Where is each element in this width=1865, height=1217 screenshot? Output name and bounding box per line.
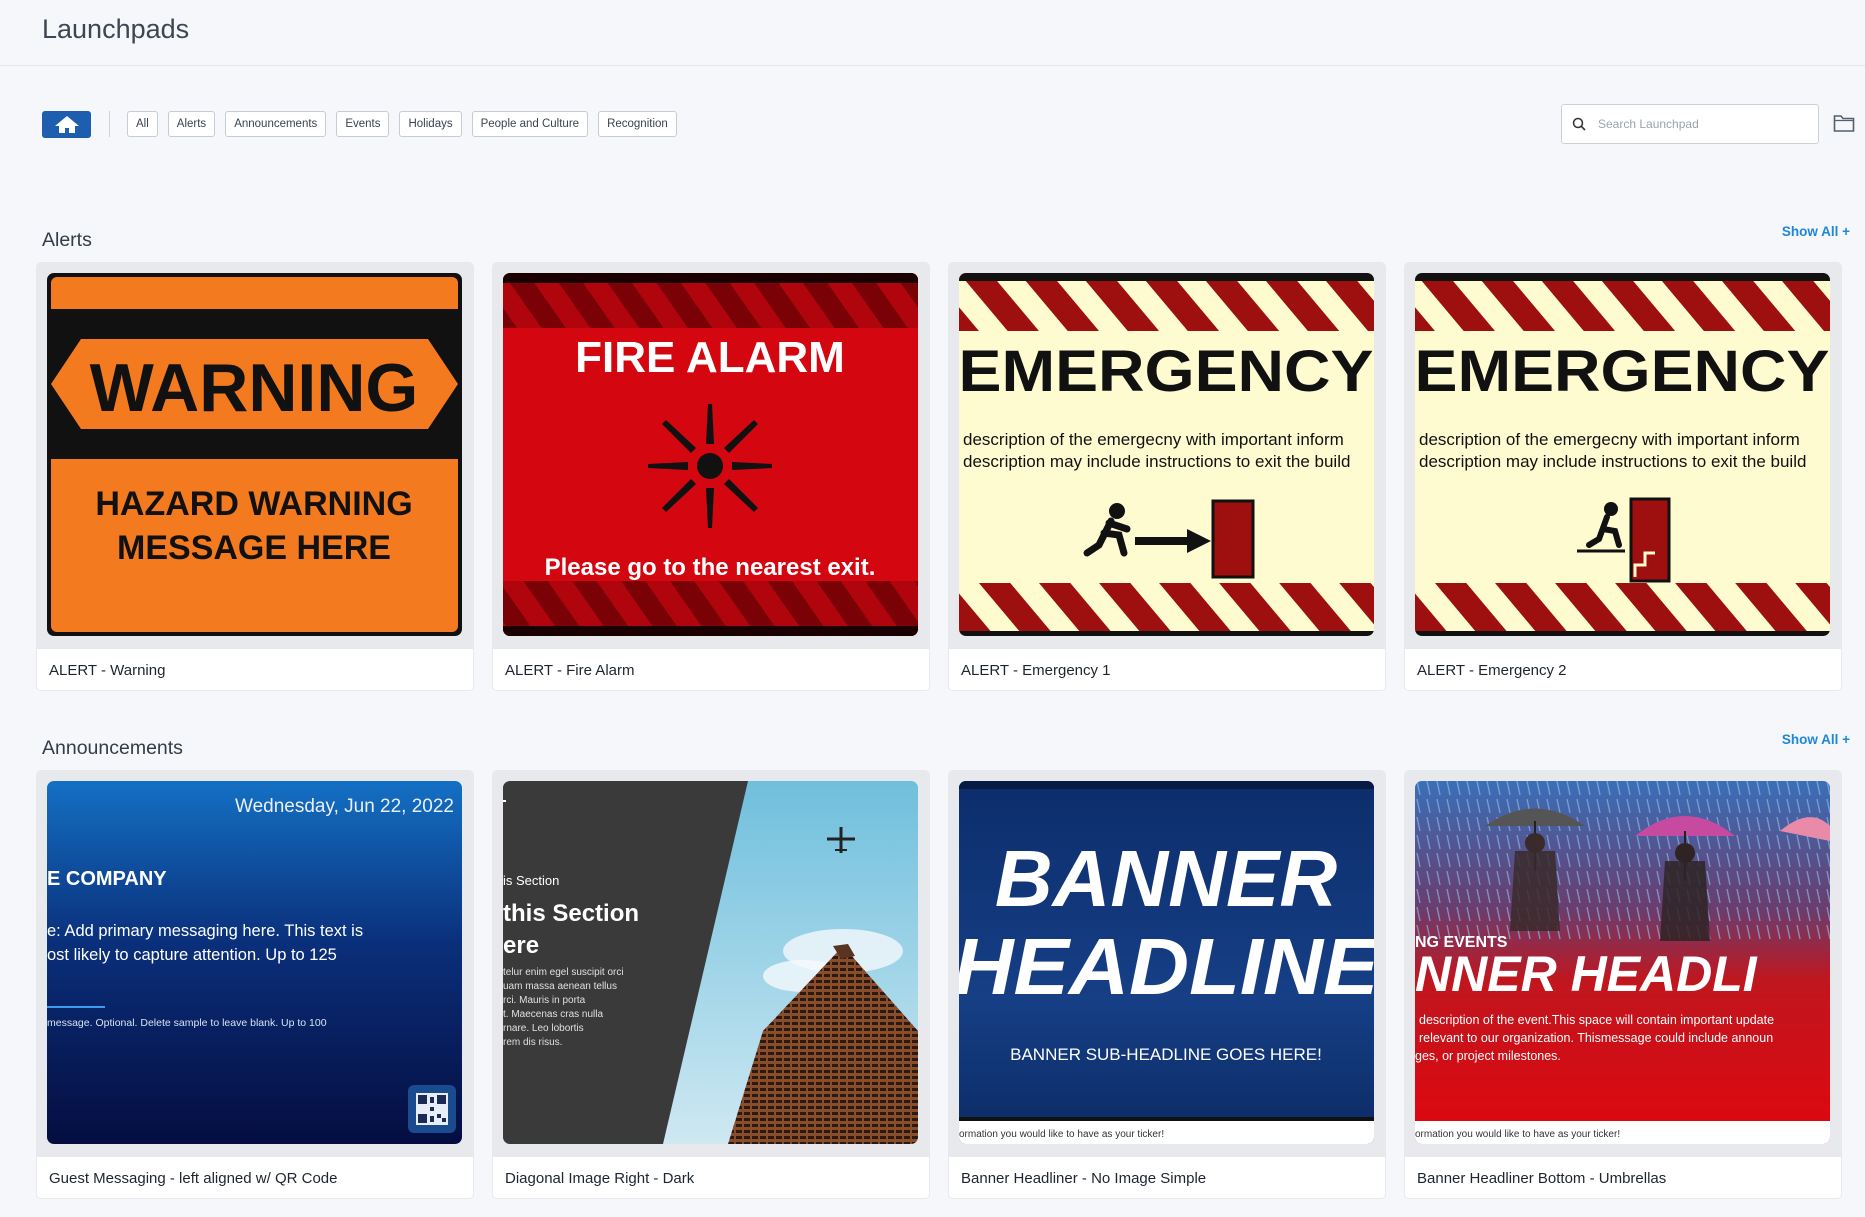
thumb-guest-line2: ost likely to capture attention. Up to 1… [47,946,337,964]
card-thumbnail: EMERGENCY description of the emergecny w… [1415,273,1830,636]
filter-chip-people-and-culture[interactable]: People and Culture [471,111,589,137]
search-box[interactable] [1561,104,1819,144]
filter-chip-holidays[interactable]: Holidays [399,111,462,137]
thumb-guest-company: E COMPANY [47,868,167,890]
thumb-warning-line1: HAZARD WARNING [95,485,412,523]
thumb-umb-headline: NNER HEADLI [1415,946,1758,1002]
thumb-umb-desc2: relevant to our organization. Thismessag… [1419,1031,1773,1045]
thumb-emergency-line1: description of the emergecny with import… [1419,430,1800,449]
filter-divider [109,111,110,137]
thumb-emergency-heading: EMERGENCY [1415,339,1830,404]
section-title-announcements: Announcements [42,737,183,759]
thumb-fire-footer: Please go to the nearest exit. [545,554,876,581]
show-all-announcements-link[interactable]: Show All + [1782,732,1850,747]
thumb-diag-body: telur enim egel suscipit orci [503,967,624,978]
thumb-diag-body: uam massa aenean tellus [503,981,617,992]
thumb-umb-ticker: ormation you would like to have as your … [1415,1129,1620,1140]
card-thumbnail: NG EVENTS NNER HEADLI description of the… [1415,781,1830,1144]
filter-chip-announcements[interactable]: Announcements [225,111,327,137]
thumb-diag-body: t. Maecenas cras nulla [503,1009,603,1020]
thumb-emergency-heading: EMERGENCY [959,339,1374,404]
launchpad-card-alert-fire-alarm[interactable]: FIRE ALARM Please go to the nearest exit… [493,263,929,690]
card-thumbnail: FIRE ALARM Please go to the nearest exit… [503,273,918,636]
thumb-warning-line2: MESSAGE HERE [117,529,391,567]
thumb-diag-body: rem dis risus. [503,1037,562,1048]
filter-chip-alerts[interactable]: Alerts [167,111,216,137]
thumb-banner-line1: BANNER [995,834,1337,923]
thumb-banner-ticker: ormation you would like to have as your … [959,1129,1164,1140]
launchpad-card-alert-emergency-1[interactable]: EMERGENCY description of the emergecny w… [949,263,1385,690]
thumb-fire-heading: FIRE ALARM [575,333,845,382]
section-title-alerts: Alerts [42,229,92,251]
top-bar: Launchpads [0,0,1865,66]
card-thumbnail: WARNING HAZARD WARNING MESSAGE HERE [47,273,462,636]
card-thumbnail: is Section this Section ere telur enim e… [503,781,918,1144]
qr-code-icon [408,1085,456,1133]
thumb-umb-desc1: description of the event.This space will… [1419,1013,1774,1027]
thumb-emergency-line1: description of the emergecny with import… [963,430,1344,449]
card-title: Guest Messaging - left aligned w/ QR Cod… [49,1170,338,1187]
launchpad-card-guest-messaging[interactable]: Wednesday, Jun 22, 2022 E COMPANY e: Add… [37,771,473,1198]
filter-chip-events[interactable]: Events [336,111,390,137]
thumb-diag-kicker: is Section [503,873,559,888]
thumb-guest-date: Wednesday, Jun 22, 2022 [235,796,454,817]
card-title: ALERT - Emergency 2 [1417,662,1567,679]
card-title: Banner Headliner - No Image Simple [961,1170,1207,1187]
filter-chip-recognition[interactable]: Recognition [598,111,677,137]
launchpad-card-alert-emergency-2[interactable]: EMERGENCY description of the emergecny w… [1405,263,1841,690]
filter-chip-all[interactable]: All [127,111,158,137]
home-button[interactable] [42,110,91,138]
card-thumbnail: BANNER HEADLINE BANNER SUB-HEADLINE GOES… [959,781,1374,1144]
home-icon [54,116,79,133]
folder-icon[interactable] [1833,113,1855,133]
page-title: Launchpads [42,14,190,44]
thumb-umb-desc3: ges, or project milestones. [1415,1049,1561,1063]
card-title: ALERT - Warning [49,662,166,679]
thumb-guest-line3: message. Optional. Delete sample to leav… [47,1017,327,1029]
card-thumbnail: Wednesday, Jun 22, 2022 E COMPANY e: Add… [47,781,462,1144]
card-thumbnail: EMERGENCY description of the emergecny w… [959,273,1374,636]
thumb-emergency-line2: description may include instructions to … [963,452,1350,471]
thumb-guest-line1: e: Add primary messaging here. This text… [47,922,363,940]
thumb-diag-body: rci. Mauris in porta [503,995,586,1006]
thumb-banner-line2: HEADLINE [959,922,1374,1011]
thumb-diag-title1: this Section [503,900,639,927]
card-title: Diagonal Image Right - Dark [505,1170,695,1187]
launchpad-card-banner-headliner-umbrellas[interactable]: NG EVENTS NNER HEADLI description of the… [1405,771,1841,1198]
thumb-banner-sub: BANNER SUB-HEADLINE GOES HERE! [1010,1045,1322,1064]
launchpad-card-alert-warning[interactable]: WARNING HAZARD WARNING MESSAGE HERE ALER… [37,263,473,690]
alarm-burst-icon [648,404,772,528]
launchpad-card-banner-headliner-simple[interactable]: BANNER HEADLINE BANNER SUB-HEADLINE GOES… [949,771,1385,1198]
search-icon [1572,117,1586,131]
thumb-warning-heading: WARNING [90,350,419,426]
thumb-diag-title2: ere [503,932,539,959]
launchpad-card-diagonal-image-right-dark[interactable]: is Section this Section ere telur enim e… [493,771,929,1198]
search-input[interactable] [1598,117,1798,131]
card-title: ALERT - Fire Alarm [505,662,635,679]
filter-bar: All Alerts Announcements Events Holidays… [42,108,687,140]
card-title: ALERT - Emergency 1 [961,662,1111,679]
thumb-emergency-line2: description may include instructions to … [1419,452,1806,471]
card-title: Banner Headliner Bottom - Umbrellas [1417,1170,1667,1187]
show-all-alerts-link[interactable]: Show All + [1782,224,1850,239]
thumb-diag-body: rnare. Leo lobortis [503,1023,584,1034]
